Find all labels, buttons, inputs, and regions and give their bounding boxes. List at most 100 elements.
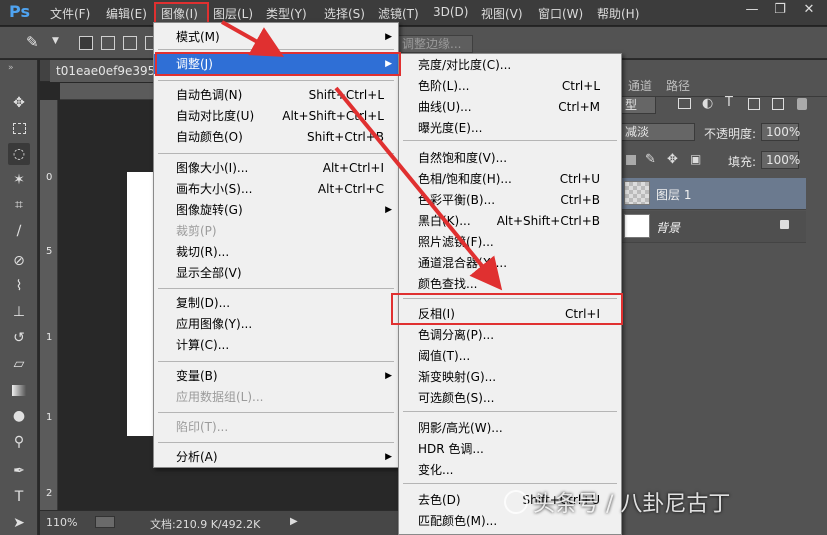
zoom-level[interactable]: 110% [46,516,77,529]
image-menu-item[interactable]: 复制(D)... [154,293,398,313]
blur-icon[interactable]: ● [8,405,30,427]
eraser-icon[interactable]: ▱ [8,353,30,375]
opacity-input[interactable]: 100% [761,123,800,141]
gradient-icon[interactable] [8,379,30,401]
adjust-menu-item[interactable]: 通道混合器(X)... [399,253,621,273]
image-menu-item[interactable]: 图像大小(I)... Alt+Ctrl+I [154,158,398,178]
dropdown-arrow-icon[interactable]: ▼ [52,36,59,46]
adjust-menu-item[interactable]: 曝光度(E)... [399,118,621,138]
image-menu-item[interactable]: 模式(M) ▶ [154,27,398,47]
new-selection-icon[interactable] [79,36,93,50]
menu-3d[interactable]: 3D(D) [433,5,468,19]
blend-mode-select[interactable]: 减淡 [620,123,695,141]
lasso-tool-preset-icon[interactable]: ✎ [26,33,39,51]
lasso-icon[interactable]: ◌ [8,143,30,165]
lock-position-icon[interactable]: ✥ [667,152,678,167]
adjust-menu-item[interactable]: 可选颜色(S)... [399,388,621,408]
adjust-menu-item[interactable]: 阴影/高光(W)... [399,418,621,438]
history-brush-icon[interactable]: ↺ [8,327,30,349]
layer-name[interactable]: 图层 1 [656,186,691,203]
menu-help[interactable]: 帮助(H) [597,5,639,22]
image-menu-item[interactable]: 自动颜色(O) Shift+Ctrl+B [154,127,398,147]
dodge-icon[interactable]: ⚲ [8,431,30,453]
adjust-menu-item[interactable]: 色调分离(P)... [399,325,621,345]
ruler-number: 1 [46,332,53,343]
menu-filter[interactable]: 滤镜(T) [378,5,419,22]
type-filter-icon[interactable]: T [725,95,733,110]
kind-filter-select[interactable]: 型 [620,96,656,114]
stamp-icon[interactable]: ⊥ [8,301,30,323]
filter-toggle-icon[interactable] [797,98,807,110]
adjust-menu-item[interactable]: 变化... [399,460,621,480]
image-menu-item[interactable]: 显示全部(V) [154,263,398,283]
document-tab[interactable]: t01eae0ef9e39548 [50,60,162,82]
adjust-menu-item[interactable]: 渐变映射(G)... [399,367,621,387]
menu-item-label: 分析(A) [176,450,218,464]
adjust-menu-item[interactable]: 色相/饱和度(H)... Ctrl+U [399,169,621,189]
image-menu-item[interactable]: 画布大小(S)... Alt+Ctrl+C [154,179,398,199]
layer-name[interactable]: 背景 [656,219,680,236]
image-menu-item[interactable]: 计算(C)... [154,335,398,355]
adjust-menu-item[interactable]: 亮度/对比度(C)... [399,55,621,75]
layer-row-1[interactable]: 图层 1 [620,178,806,210]
add-selection-icon[interactable] [101,36,115,50]
refine-edge-button[interactable]: 调整边缘... [397,35,473,53]
eyedropper-icon[interactable]: ∕ [8,220,30,242]
minimize-button[interactable]: — [739,0,765,22]
adjust-menu-item[interactable]: 色彩平衡(B)... Ctrl+B [399,190,621,210]
adjust-menu-item[interactable]: 曲线(U)... Ctrl+M [399,97,621,117]
menu-item-shortcut: Ctrl+L [561,79,600,93]
image-menu-item[interactable]: 应用图像(Y)... [154,314,398,334]
image-menu-item[interactable]: 裁切(R)... [154,242,398,262]
marquee-icon[interactable] [8,117,30,139]
pen-icon[interactable]: ✒ [8,460,30,482]
status-menu-arrow-icon[interactable]: ▶ [290,516,298,527]
smart-object-filter-icon[interactable] [772,98,784,110]
ruler-number: 5 [46,246,53,257]
menu-view[interactable]: 视图(V) [481,5,523,22]
tab-channels[interactable]: 通道 [628,77,652,94]
menu-file[interactable]: 文件(F) [50,5,90,22]
collapse-tools-icon[interactable]: » [8,63,14,73]
menu-item-label: 显示全部(V) [176,266,242,280]
lock-transparent-icon[interactable] [626,155,636,165]
menu-image[interactable]: 图像(I) [161,5,198,22]
path-select-icon[interactable]: ➤ [8,512,30,534]
adjust-menu-item[interactable]: 颜色查找... [399,274,621,294]
type-icon[interactable]: T [8,486,30,508]
magic-wand-icon[interactable]: ✶ [8,169,30,191]
shape-filter-icon[interactable] [748,98,760,110]
status-toggle-icon[interactable] [95,516,115,528]
close-button[interactable]: ✕ [796,0,822,22]
fill-input[interactable]: 100% [761,151,800,169]
image-menu-item[interactable]: 自动对比度(U) Alt+Shift+Ctrl+L [154,106,398,126]
image-filter-icon[interactable] [678,98,691,109]
kind-filter-value: 型 [625,98,638,112]
adjust-menu-item[interactable]: 自然饱和度(V)... [399,148,621,168]
adjust-menu-item[interactable]: 照片滤镜(F)... [399,232,621,252]
subtract-selection-icon[interactable] [123,36,137,50]
restore-button[interactable]: ❐ [767,0,793,22]
crop-icon[interactable]: ⌗ [8,194,30,216]
menu-type[interactable]: 类型(Y) [266,5,307,22]
layer-row-background[interactable]: 背景 [620,211,806,243]
healing-icon[interactable]: ⊘ [8,250,30,272]
brush-icon[interactable]: ⌇ [8,275,30,297]
tab-paths[interactable]: 路径 [666,77,690,94]
image-menu-item[interactable]: 分析(A) ▶ [154,447,398,467]
image-menu-item[interactable]: 变量(B) ▶ [154,366,398,386]
adjustment-filter-icon[interactable]: ◐ [702,96,713,111]
lock-brush-icon[interactable]: ✎ [645,152,656,167]
adjust-menu-item[interactable]: HDR 色调... [399,439,621,459]
image-menu-item[interactable]: 图像旋转(G) ▶ [154,200,398,220]
menu-layer[interactable]: 图层(L) [213,5,253,22]
adjust-menu-item[interactable]: 色阶(L)... Ctrl+L [399,76,621,96]
image-menu-item[interactable]: 自动色调(N) Shift+Ctrl+L [154,85,398,105]
adjust-menu-item[interactable]: 阈值(T)... [399,346,621,366]
menu-edit[interactable]: 编辑(E) [106,5,147,22]
move-icon[interactable]: ✥ [8,92,30,114]
adjust-menu-item[interactable]: 黑白(K)... Alt+Shift+Ctrl+B [399,211,621,231]
lock-all-icon[interactable]: ▣ [690,152,701,166]
menu-window[interactable]: 窗口(W) [538,5,583,22]
menu-select[interactable]: 选择(S) [324,5,365,22]
